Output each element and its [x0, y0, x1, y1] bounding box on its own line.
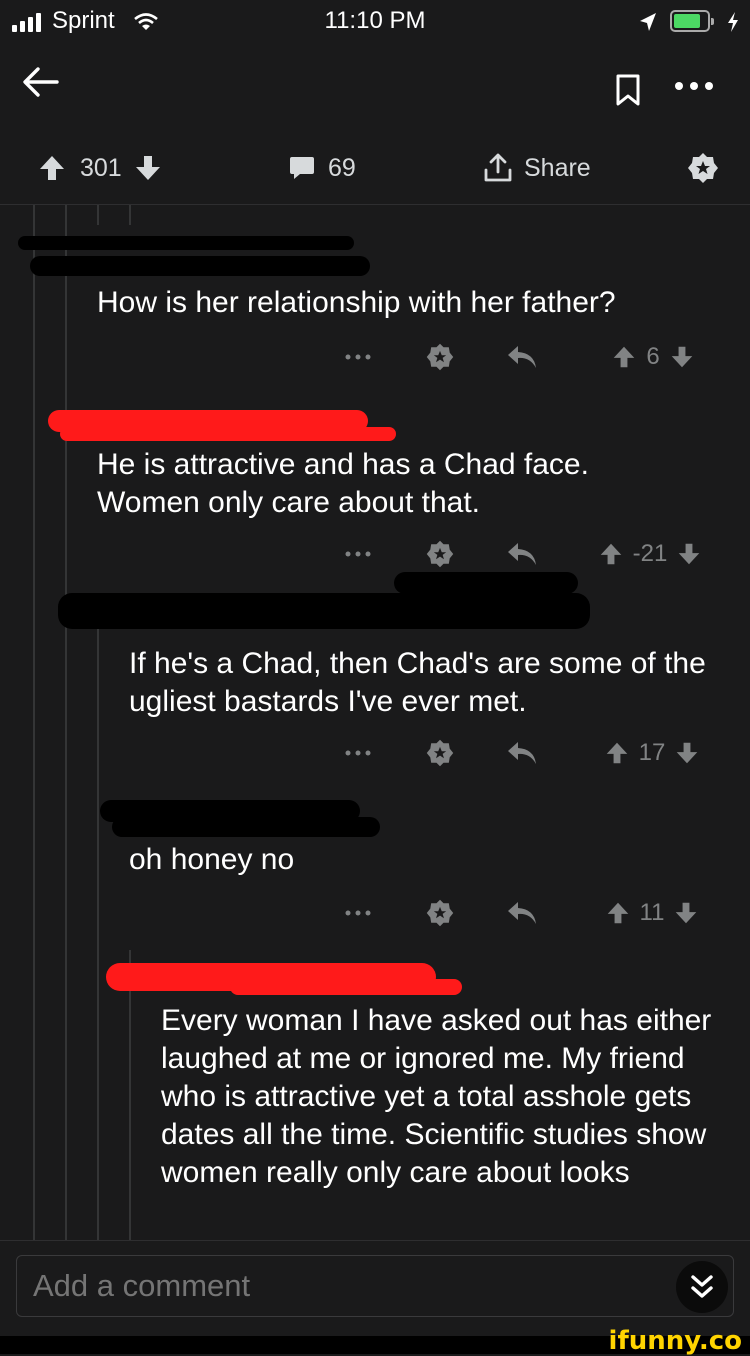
- upvote-icon[interactable]: [599, 542, 623, 566]
- double-chevron-down-icon: [691, 1275, 713, 1298]
- share-icon: [484, 153, 512, 182]
- thread-line: [97, 605, 99, 1240]
- award-icon: [426, 899, 454, 927]
- redacted-username: [394, 572, 578, 594]
- award-icon: [688, 153, 718, 183]
- share-label: Share: [524, 153, 591, 182]
- comment-award-button[interactable]: [420, 895, 460, 931]
- redacted-username: [18, 236, 354, 250]
- comment-vote: 17: [586, 735, 718, 771]
- comment-vote: -21: [582, 536, 718, 572]
- award-icon: [426, 343, 454, 371]
- comment-reply-button[interactable]: [500, 536, 544, 572]
- upvote-icon[interactable]: [606, 901, 630, 925]
- redacted-username: [30, 256, 370, 276]
- thread-line: [129, 950, 131, 1240]
- downvote-icon[interactable]: [677, 542, 701, 566]
- status-bar: Sprint 11:10 PM: [0, 0, 750, 44]
- collapse-thread-button[interactable]: [676, 1261, 728, 1313]
- more-dots-icon: [345, 910, 371, 916]
- comment-more-button[interactable]: [330, 895, 386, 931]
- back-button[interactable]: [14, 58, 66, 106]
- award-icon: [426, 540, 454, 568]
- downvote-icon[interactable]: [134, 154, 162, 182]
- comment-thread: How is her relationship with her father?…: [0, 205, 750, 1240]
- reply-icon: [508, 742, 536, 764]
- comment-actions: 17: [330, 735, 720, 771]
- award-button[interactable]: [686, 150, 720, 186]
- more-dots-icon: [345, 750, 371, 756]
- reply-icon: [508, 902, 536, 924]
- comment-award-button[interactable]: [420, 536, 460, 572]
- add-comment-input[interactable]: [16, 1255, 734, 1317]
- charging-icon: [728, 12, 738, 32]
- share-button[interactable]: Share: [482, 150, 591, 186]
- downvote-icon[interactable]: [675, 741, 699, 765]
- post-action-bar: 301 69 Share: [0, 150, 750, 186]
- back-arrow-icon: [23, 67, 59, 97]
- downvote-icon[interactable]: [670, 345, 694, 369]
- thread-line: [65, 205, 67, 1240]
- upvote-icon[interactable]: [38, 154, 66, 182]
- downvote-icon[interactable]: [674, 901, 698, 925]
- vote-group: 301: [38, 150, 162, 186]
- comment-score: -21: [632, 540, 668, 567]
- comments-button[interactable]: 69: [288, 150, 356, 186]
- post-score: 301: [80, 153, 122, 182]
- reply-icon: [508, 346, 536, 368]
- comment-score: 17: [638, 739, 666, 766]
- comment-more-button[interactable]: [330, 735, 386, 771]
- comment-body: He is attractive and has a Chad face. Wo…: [97, 448, 589, 519]
- comment-body: How is her relationship with her father?: [97, 286, 616, 319]
- thread-line: [97, 205, 99, 225]
- comment-count: 69: [328, 153, 356, 182]
- award-icon: [426, 739, 454, 767]
- comment-actions: 6: [330, 339, 720, 375]
- comment-vote: 11: [586, 895, 718, 931]
- ifunny-watermark: ifunny.co: [608, 1326, 742, 1356]
- reply-icon: [508, 543, 536, 565]
- thread-line: [129, 205, 131, 225]
- comment-reply-button[interactable]: [500, 895, 544, 931]
- more-dots-icon: [675, 82, 713, 90]
- comment-reply-button[interactable]: [500, 735, 544, 771]
- comment-vote: 6: [588, 339, 718, 375]
- comment-award-button[interactable]: [420, 735, 460, 771]
- comment-composer: [0, 1240, 750, 1337]
- comment-award-button[interactable]: [420, 339, 460, 375]
- thread-line: [33, 205, 35, 1240]
- comment-score: 6: [646, 343, 660, 370]
- upvote-icon[interactable]: [612, 345, 636, 369]
- comment-more-button[interactable]: [330, 339, 386, 375]
- comment-actions: -21: [330, 536, 720, 572]
- comment-more-button[interactable]: [330, 536, 386, 572]
- more-options-button[interactable]: [668, 66, 720, 106]
- save-button[interactable]: [604, 66, 652, 114]
- comment-reply-button[interactable]: [500, 339, 544, 375]
- comment-bubble-icon: [290, 157, 314, 179]
- location-icon: [640, 13, 656, 31]
- more-dots-icon: [345, 354, 371, 360]
- bookmark-icon: [616, 74, 640, 106]
- comment-body: If he's a Chad, then Chad's are some of …: [129, 647, 706, 718]
- comment-body: Every woman I have asked out has either …: [161, 1004, 712, 1189]
- comment-score: 11: [639, 899, 665, 926]
- upvote-icon[interactable]: [605, 741, 629, 765]
- more-dots-icon: [345, 551, 371, 557]
- redacted-username: [60, 427, 396, 441]
- comment-actions: 11: [330, 895, 720, 931]
- battery-icon: [670, 10, 714, 32]
- redacted-username: [58, 593, 590, 629]
- comment-body: oh honey no: [129, 843, 295, 876]
- redacted-username: [230, 979, 462, 995]
- redacted-username: [112, 817, 380, 837]
